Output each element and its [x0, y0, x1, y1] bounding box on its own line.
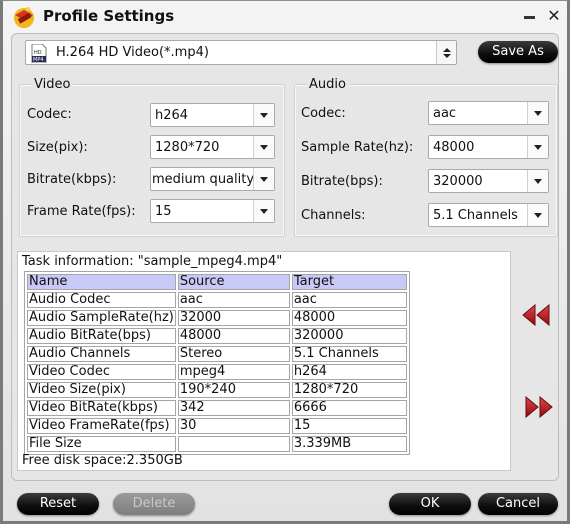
- window-title: Profile Settings: [43, 7, 175, 25]
- video-size-select[interactable]: 1280*720: [150, 135, 275, 159]
- profile-spinner[interactable]: [436, 41, 456, 64]
- cell-target: 5.1 Channels: [291, 346, 407, 362]
- save-as-button[interactable]: Save As: [478, 41, 558, 63]
- svg-text:MP4: MP4: [33, 57, 44, 63]
- task-info-table: Name Source Target Audio Codec aac aac A…: [24, 271, 410, 455]
- free-disk-space: Free disk space:2.350GB: [22, 453, 183, 468]
- video-size-label: Size(pix):: [27, 140, 88, 155]
- spin-down-icon: [442, 53, 451, 58]
- cell-source: 30: [177, 418, 290, 434]
- audio-bitrate-value: 320000: [433, 174, 483, 189]
- table-row: Audio BitRate(bps) 48000 320000: [27, 328, 407, 344]
- spin-up-icon: [442, 47, 451, 52]
- profile-settings-dialog: Profile Settings ✕ HD MP4 H.264 HD Video…: [0, 0, 570, 524]
- cell-target: 6666: [291, 400, 407, 416]
- app-logo-icon: [14, 7, 34, 28]
- table-row: Video BitRate(kbps) 342 6666: [27, 400, 407, 416]
- cell-name: Video Size(pix): [27, 382, 176, 398]
- video-size-value: 1280*720: [155, 140, 220, 155]
- expand-right-icon[interactable]: [524, 395, 554, 419]
- table-row: Video Codec mpeg4 h264: [27, 364, 407, 380]
- cell-name: Video BitRate(kbps): [27, 400, 176, 416]
- chevron-down-icon[interactable]: [527, 204, 548, 226]
- task-info-title: Task information: "sample_mpeg4.mp4": [22, 254, 283, 269]
- minimize-button[interactable]: [521, 7, 539, 25]
- table-row: Audio Codec aac aac: [27, 292, 407, 308]
- video-framerate-label: Frame Rate(fps):: [27, 204, 136, 219]
- video-codec-select[interactable]: h264: [150, 103, 275, 127]
- cell-name: Video FrameRate(fps): [27, 418, 176, 434]
- cell-name: Audio Codec: [27, 292, 176, 308]
- reset-button[interactable]: Reset: [17, 493, 99, 515]
- cell-target: h264: [291, 364, 407, 380]
- cell-source: aac: [177, 292, 290, 308]
- table-row: Video FrameRate(fps) 30 15: [27, 418, 407, 434]
- audio-codec-value: aac: [433, 106, 457, 121]
- video-bitrate-value: medium quality: [152, 172, 255, 187]
- cell-target: 15: [291, 418, 407, 434]
- hd-mp4-file-icon: HD MP4: [31, 44, 47, 63]
- audio-codec-label: Codec:: [301, 106, 346, 121]
- chevron-down-icon[interactable]: [253, 168, 274, 190]
- cancel-button[interactable]: Cancel: [478, 493, 558, 515]
- video-bitrate-select[interactable]: medium quality: [150, 167, 275, 191]
- table-row: File Size 3.339MB: [27, 436, 407, 452]
- cell-source: Stereo: [177, 346, 290, 362]
- audio-channels-label: Channels:: [301, 208, 366, 223]
- cell-target: 1280*720: [291, 382, 407, 398]
- chevron-down-icon[interactable]: [527, 136, 548, 158]
- audio-samplerate-label: Sample Rate(hz):: [301, 140, 414, 155]
- video-framerate-value: 15: [155, 204, 172, 219]
- audio-bitrate-select[interactable]: 320000: [428, 169, 549, 193]
- column-header-target: Target: [291, 274, 407, 290]
- audio-samplerate-select[interactable]: 48000: [428, 135, 549, 159]
- ok-button[interactable]: OK: [389, 493, 471, 515]
- chevron-down-icon[interactable]: [253, 200, 274, 222]
- cell-target: aac: [291, 292, 407, 308]
- svg-text:HD: HD: [34, 50, 42, 56]
- delete-button[interactable]: Delete: [113, 493, 195, 515]
- cell-target: 3.339MB: [291, 436, 407, 452]
- profile-selected-value: H.264 HD Video(*.mp4): [56, 45, 209, 60]
- cell-name: Video Codec: [27, 364, 176, 380]
- cell-source: 342: [177, 400, 290, 416]
- audio-bitrate-label: Bitrate(bps):: [301, 174, 383, 189]
- close-button[interactable]: ✕: [545, 7, 563, 25]
- table-row: Video Size(pix) 190*240 1280*720: [27, 382, 407, 398]
- column-header-name: Name: [27, 274, 176, 290]
- cell-source: 48000: [177, 328, 290, 344]
- cell-target: 48000: [291, 310, 407, 326]
- audio-group-title: Audio: [306, 77, 349, 92]
- video-codec-label: Codec:: [27, 107, 72, 122]
- title-bar[interactable]: Profile Settings ✕: [3, 1, 567, 33]
- table-header-row: Name Source Target: [27, 274, 407, 290]
- cell-source: 32000: [177, 310, 290, 326]
- cell-name: Audio BitRate(bps): [27, 328, 176, 344]
- column-header-source: Source: [177, 274, 290, 290]
- chevron-down-icon[interactable]: [253, 104, 274, 126]
- chevron-down-icon[interactable]: [527, 102, 548, 124]
- video-codec-value: h264: [155, 108, 189, 123]
- table-row: Audio Channels Stereo 5.1 Channels: [27, 346, 407, 362]
- audio-codec-select[interactable]: aac: [428, 101, 549, 125]
- cell-source: mpeg4: [177, 364, 290, 380]
- chevron-down-icon[interactable]: [527, 170, 548, 192]
- audio-channels-value: 5.1 Channels: [433, 208, 518, 223]
- cell-name: Audio SampleRate(hz): [27, 310, 176, 326]
- chevron-down-icon[interactable]: [253, 136, 274, 158]
- task-info-panel: Task information: "sample_mpeg4.mp4" Nam…: [17, 251, 511, 471]
- cell-name: File Size: [27, 436, 176, 452]
- cell-source: 190*240: [177, 382, 290, 398]
- video-framerate-select[interactable]: 15: [150, 199, 275, 223]
- collapse-left-icon[interactable]: [521, 303, 551, 327]
- video-group-title: Video: [31, 77, 74, 92]
- table-row: Audio SampleRate(hz) 32000 48000: [27, 310, 407, 326]
- cell-source: [177, 436, 290, 452]
- video-bitrate-label: Bitrate(kbps):: [27, 172, 117, 187]
- profile-select[interactable]: HD MP4 H.264 HD Video(*.mp4): [25, 40, 457, 65]
- audio-channels-select[interactable]: 5.1 Channels: [428, 203, 549, 227]
- audio-samplerate-value: 48000: [433, 140, 475, 155]
- cell-name: Audio Channels: [27, 346, 176, 362]
- cell-target: 320000: [291, 328, 407, 344]
